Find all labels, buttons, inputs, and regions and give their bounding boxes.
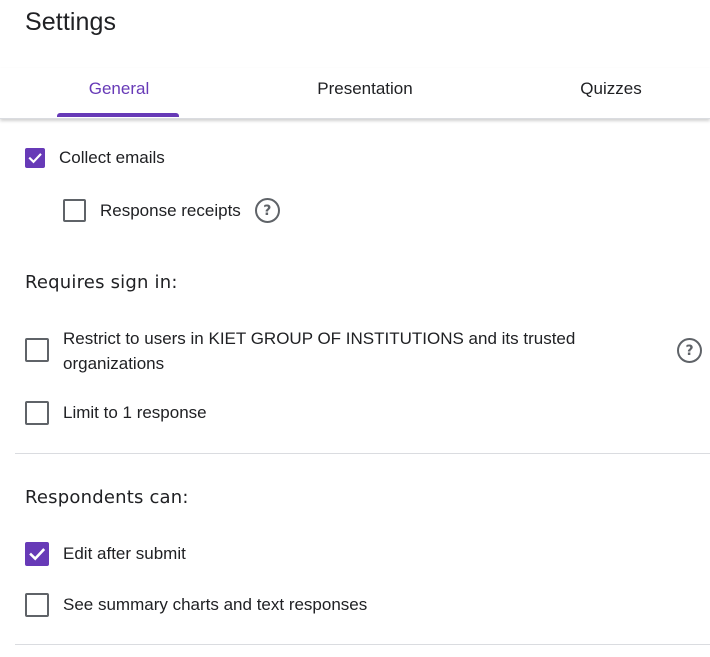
help-circle-icon[interactable]: ?	[677, 338, 702, 363]
response-receipts-label: Response receipts	[100, 201, 241, 220]
edit-after-submit-option[interactable]: Edit after submit	[25, 541, 186, 566]
checkmark-icon	[29, 547, 46, 560]
restrict-users-option[interactable]: Restrict to users in KIET GROUP OF INSTI…	[25, 326, 710, 376]
see-summary-option[interactable]: See summary charts and text responses	[25, 592, 367, 617]
respondents-can-heading: Respondents can:	[25, 487, 189, 508]
limit-response-option[interactable]: Limit to 1 response	[25, 400, 207, 425]
help-circle-icon[interactable]: ?	[254, 198, 280, 223]
requires-sign-in-heading: Requires sign in:	[25, 272, 178, 293]
see-summary-label: See summary charts and text responses	[63, 595, 368, 614]
limit-response-label: Limit to 1 response	[63, 403, 207, 422]
settings-dialog: Settings General Presentation Quizzes Co…	[0, 0, 710, 657]
section-divider	[15, 453, 710, 454]
limit-response-checkbox[interactable]	[25, 400, 49, 425]
response-receipts-option[interactable]: Response receipts ?	[63, 198, 280, 223]
tab-general[interactable]: General	[0, 68, 242, 118]
restrict-users-label-line2: organizations	[63, 354, 165, 373]
page-title: Settings	[25, 8, 117, 36]
restrict-users-checkbox[interactable]	[25, 338, 49, 362]
tab-presentation[interactable]: Presentation	[242, 68, 488, 118]
active-tab-indicator	[57, 113, 179, 117]
edit-after-submit-checkbox[interactable]	[25, 541, 49, 566]
restrict-users-label-line1: Restrict to users in KIET GROUP OF INSTI…	[63, 329, 576, 348]
response-receipts-checkbox[interactable]	[63, 199, 86, 222]
edit-after-submit-label: Edit after submit	[63, 544, 186, 563]
collect-emails-checkbox[interactable]	[25, 147, 45, 168]
tab-quizzes[interactable]: Quizzes	[488, 68, 710, 118]
checkmark-icon	[28, 152, 42, 163]
collect-emails-label: Collect emails	[59, 148, 165, 167]
section-divider	[15, 644, 710, 645]
collect-emails-option[interactable]: Collect emails	[25, 145, 165, 170]
see-summary-checkbox[interactable]	[25, 592, 49, 617]
settings-tabs: General Presentation Quizzes	[0, 68, 710, 119]
